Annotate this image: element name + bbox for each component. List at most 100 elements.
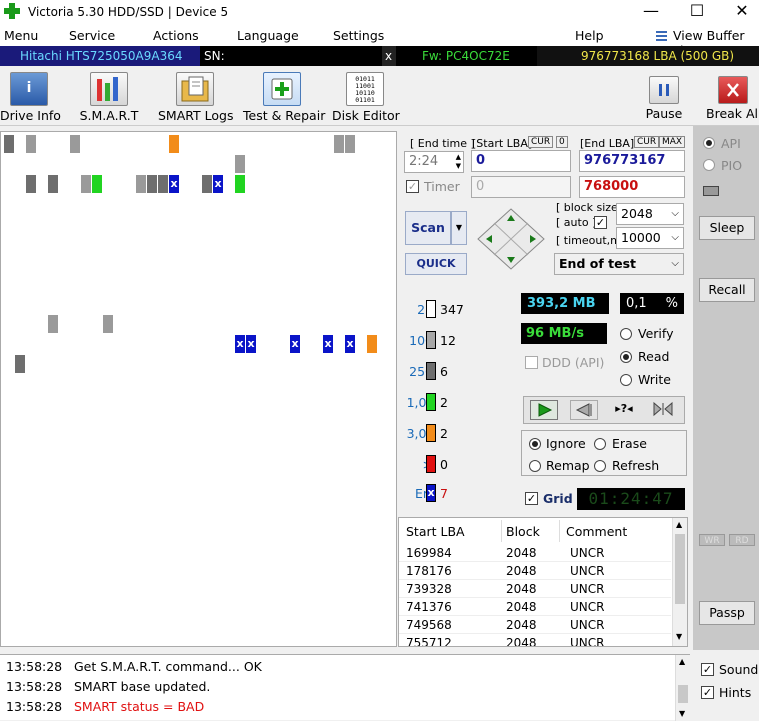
log-scrollbar[interactable]: ▲ ▼ [675, 655, 690, 721]
col-comment[interactable]: Comment [566, 524, 627, 539]
menu-item-settings[interactable]: Settings [333, 28, 384, 43]
hints-checkbox[interactable]: ✓ [701, 686, 714, 699]
grid-cell-error: x [213, 175, 223, 193]
start-cur-tag[interactable]: CUR [528, 136, 554, 148]
timer-red-field[interactable]: 768000 [579, 176, 685, 198]
seek-unknown-button[interactable]: ▸?◂ [610, 400, 638, 420]
legend-swatch [426, 455, 436, 473]
stop-icon [717, 76, 748, 104]
repair-mode-group: Ignore Erase Remap Refresh [521, 430, 687, 476]
end-time-spinner[interactable]: ▲ ▼ [456, 153, 461, 171]
smart-button[interactable]: S.M.A.R.T [78, 70, 140, 126]
sound-checkbox[interactable]: ✓ [701, 663, 714, 676]
direction-pad[interactable] [476, 207, 546, 271]
table-row[interactable]: 755712 2048 UNCR [399, 634, 671, 646]
auto-checkbox[interactable]: ✓ [594, 216, 607, 229]
grid-label: Grid [543, 491, 573, 506]
menu-item-language[interactable]: Language [237, 28, 299, 43]
pause-button[interactable]: Pause [644, 70, 684, 126]
test-repair-button[interactable]: Test & Repair [243, 70, 325, 126]
scroll-up-icon[interactable]: ▲ [679, 657, 685, 666]
block-size-value: 2048 [621, 206, 653, 221]
api-radio[interactable] [703, 137, 715, 149]
play-forward-button[interactable] [530, 400, 558, 420]
drive-info-button[interactable]: i Drive Info [0, 70, 61, 126]
menu-item-help[interactable]: Help [575, 28, 604, 43]
cell-start-lba: 178176 [406, 564, 452, 578]
device-model[interactable]: Hitachi HTS725050A9A364 [0, 46, 200, 66]
device-close-button[interactable]: x [382, 46, 396, 66]
maximize-button[interactable]: ☐ [674, 0, 720, 24]
log-entry: 13:58:28 SMART base updated. [0, 679, 676, 699]
break-all-button[interactable]: Break All [706, 70, 759, 126]
timeout-select[interactable]: 10000 ⌵ [616, 227, 684, 249]
end-max-tag[interactable]: MAX [659, 136, 686, 148]
smart-icon [90, 72, 128, 106]
menu-item-actions[interactable]: Actions [153, 28, 199, 43]
refresh-radio[interactable] [594, 460, 606, 472]
grid-cell-error: x [323, 335, 333, 353]
verify-radio[interactable] [620, 328, 632, 340]
quick-button[interactable]: QUICK [405, 253, 467, 275]
erase-label: Erase [612, 436, 647, 451]
legend-swatch [426, 300, 436, 318]
end-cur-tag[interactable]: CUR [634, 136, 660, 148]
table-row[interactable]: 169984 2048 UNCR [399, 544, 671, 562]
legend-row-over: > 0 [398, 455, 517, 475]
playback-controls: ▸?◂ [523, 396, 685, 424]
scroll-up-icon[interactable]: ▲ [676, 520, 682, 529]
recall-button[interactable]: Recall [699, 278, 755, 302]
legend-row-100: 100 12 [398, 331, 517, 351]
grid-cell [334, 135, 344, 153]
side-panel: API PIO Sleep Recall WR RD Passp [693, 126, 759, 650]
device-serial: SN: 100527PCK404VLHWETHJ [200, 46, 382, 83]
timer-label: Timer [424, 179, 460, 194]
disk-editor-button[interactable]: 01011 11001 10110 01101 Disk Editor [332, 70, 400, 126]
log-panel: 13:58:28 Get S.M.A.R.T. command... OK 13… [0, 654, 690, 721]
menu-item-service[interactable]: Service [69, 28, 115, 43]
col-block[interactable]: Block [506, 524, 540, 539]
scroll-down-icon[interactable]: ▼ [676, 632, 682, 641]
start-lba-field[interactable]: 0 [471, 150, 571, 172]
remap-radio[interactable] [529, 460, 541, 472]
drive-indicator [703, 186, 719, 196]
table-row[interactable]: 749568 2048 UNCR [399, 616, 671, 634]
scan-button[interactable]: Scan [405, 211, 451, 245]
ignore-radio[interactable] [529, 438, 541, 450]
passp-button[interactable]: Passp [699, 601, 755, 625]
skip-end-button[interactable] [650, 400, 678, 420]
scroll-thumb[interactable] [678, 685, 688, 703]
read-radio[interactable] [620, 351, 632, 363]
end-action-select[interactable]: End of test ⌵ [554, 253, 684, 275]
table-row[interactable]: 739328 2048 UNCR [399, 580, 671, 598]
smart-logs-button[interactable]: SMART Logs [158, 70, 234, 126]
grid-cell [158, 175, 168, 193]
col-start-lba[interactable]: Start LBA [406, 524, 465, 539]
scroll-down-icon[interactable]: ▼ [679, 709, 685, 718]
end-time-field[interactable]: 2:24 ▲ ▼ [404, 151, 464, 173]
erase-radio[interactable] [594, 438, 606, 450]
table-row[interactable]: 741376 2048 UNCR [399, 598, 671, 616]
sleep-button[interactable]: Sleep [699, 216, 755, 240]
menu-item-menu[interactable]: Menu [4, 28, 38, 43]
table-scrollbar[interactable]: ▲ ▼ [672, 518, 687, 646]
timer-checkbox[interactable]: ✓ [406, 180, 419, 193]
timer-field[interactable]: 0 [471, 176, 571, 198]
pio-radio[interactable] [703, 159, 715, 171]
start-zero-tag[interactable]: 0 [556, 136, 568, 148]
block-size-select[interactable]: 2048 ⌵ [616, 203, 684, 225]
minimize-button[interactable]: — [628, 0, 674, 24]
end-lba-field[interactable]: 976773167 [579, 150, 685, 172]
ddd-api-checkbox[interactable] [525, 356, 538, 369]
wr-indicator: WR [699, 534, 725, 546]
refresh-label: Refresh [612, 458, 660, 473]
scroll-thumb[interactable] [675, 534, 685, 604]
options-panel: ✓ Sound ✓ Hints [693, 650, 759, 720]
grid-checkbox[interactable]: ✓ [525, 492, 538, 505]
scan-dropdown-button[interactable]: ▼ [451, 211, 467, 245]
play-backward-button[interactable] [570, 400, 598, 420]
close-button[interactable]: ✕ [719, 0, 759, 24]
write-radio[interactable] [620, 374, 632, 386]
table-row[interactable]: 178176 2048 UNCR [399, 562, 671, 580]
log-entry: 13:58:28 Get S.M.A.R.T. command... OK [0, 659, 676, 679]
